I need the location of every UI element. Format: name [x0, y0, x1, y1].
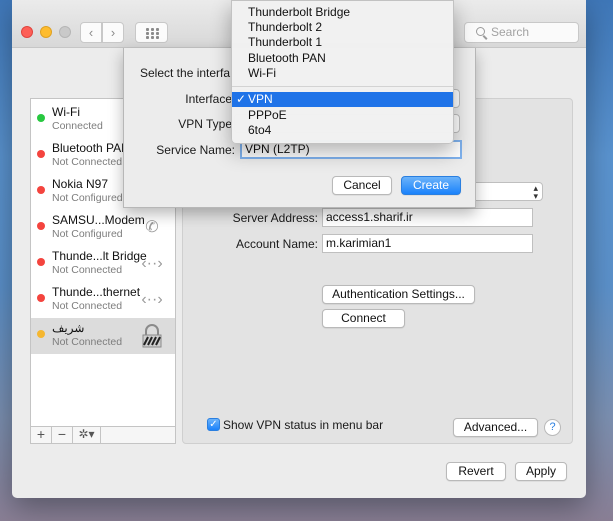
service-item-thunderbolt-ethernet[interactable]: Thunde...thernet Not Connected ‹··› [31, 282, 175, 318]
status-dot [37, 222, 45, 230]
ethernet-icon: ‹··› [141, 255, 163, 272]
search-icon [476, 27, 485, 36]
advanced-button[interactable]: Advanced... [453, 418, 538, 437]
revert-button[interactable]: Revert [446, 462, 506, 481]
menu-item-thunderbolt-bridge[interactable]: Thunderbolt Bridge [232, 5, 453, 20]
cancel-button[interactable]: Cancel [332, 176, 392, 195]
forward-button[interactable]: › [102, 22, 124, 43]
status-dot [37, 114, 45, 122]
server-address-label: Server Address: [232, 211, 318, 225]
service-list-toolbar: + − ✲▾ [30, 427, 176, 444]
service-status: Not Connected [52, 156, 123, 168]
service-name-label: Service Name: [156, 143, 235, 157]
service-name: Thunde...thernet [52, 285, 141, 299]
search-placeholder: Search [491, 25, 530, 39]
chevron-updown-icon: ▴ ▾ [533, 183, 538, 201]
service-status: Not Configured [52, 192, 123, 204]
back-button[interactable]: ‹ [80, 22, 102, 43]
interface-menu[interactable]: Thunderbolt Bridge Thunderbolt 2 Thunder… [231, 0, 454, 144]
service-status: Connected [52, 120, 103, 132]
menu-item-wifi[interactable]: Wi-Fi [232, 66, 453, 81]
phone-icon: ✆ [145, 219, 159, 236]
service-status: Not Connected [52, 336, 123, 348]
account-name-field[interactable]: m.karimian1 [322, 234, 533, 253]
status-dot [37, 186, 45, 194]
service-item-thunderbolt-bridge[interactable]: Thunde...lt Bridge Not Connected ‹··› [31, 246, 175, 282]
minimize-window-button[interactable] [40, 26, 52, 38]
gear-menu-button[interactable]: ✲▾ [73, 427, 101, 443]
menu-item-thunderbolt-2[interactable]: Thunderbolt 2 [232, 20, 453, 35]
service-status: Not Connected [52, 264, 123, 276]
service-name: SAMSU...Modem [52, 213, 145, 227]
status-dot [37, 258, 45, 266]
remove-service-button[interactable]: − [52, 427, 73, 443]
apply-button[interactable]: Apply [515, 462, 567, 481]
connect-button[interactable]: Connect [322, 309, 405, 328]
service-item-sharif-vpn[interactable]: شریف Not Connected [31, 318, 175, 354]
service-name: Bluetooth PAN [52, 141, 130, 155]
close-window-button[interactable] [21, 26, 33, 38]
menu-item-bluetooth-pan[interactable]: Bluetooth PAN [232, 51, 453, 66]
vpn-type-label: VPN Type [178, 117, 232, 131]
chevron-left-icon: ‹ [88, 25, 94, 40]
server-address-field[interactable]: access1.sharif.ir [322, 208, 533, 227]
menu-separator [232, 86, 453, 87]
interface-label: Interface [185, 92, 232, 106]
sheet-prompt: Select the interfa [140, 66, 231, 80]
checkmark-icon: ✓ [236, 92, 247, 106]
service-status: Not Connected [52, 300, 123, 312]
menu-item-6to4[interactable]: 6to4 [232, 123, 453, 138]
ethernet-icon: ‹··› [141, 291, 163, 308]
show-all-button[interactable] [135, 22, 168, 43]
help-button[interactable]: ? [544, 419, 561, 436]
status-dot [37, 330, 45, 338]
add-service-button[interactable]: + [31, 427, 52, 443]
service-name: Wi-Fi [52, 105, 80, 119]
zoom-window-button[interactable] [59, 26, 71, 38]
menu-item-thunderbolt-1[interactable]: Thunderbolt 1 [232, 35, 453, 50]
service-name: شریف [52, 321, 85, 335]
show-vpn-status-label: Show VPN status in menu bar [223, 418, 384, 432]
vpn-lock-icon [139, 323, 165, 349]
create-button[interactable]: Create [401, 176, 461, 195]
chevron-right-icon: › [110, 25, 116, 40]
status-dot [37, 294, 45, 302]
menu-item-vpn[interactable]: ✓ VPN [232, 92, 453, 107]
service-name: Nokia N97 [52, 177, 109, 191]
menu-item-label: VPN [248, 92, 273, 106]
show-vpn-status-checkbox[interactable]: ✓ [207, 418, 220, 431]
status-dot [37, 150, 45, 158]
menu-item-pppoe[interactable]: PPPoE [232, 108, 453, 123]
service-status: Not Configured [52, 228, 123, 240]
service-name: Thunde...lt Bridge [52, 249, 147, 263]
search-input[interactable]: Search [464, 22, 579, 43]
service-item-samsung-modem[interactable]: SAMSU...Modem Not Configured ✆ [31, 210, 175, 246]
account-name-label: Account Name: [235, 237, 318, 251]
authentication-settings-button[interactable]: Authentication Settings... [322, 285, 475, 304]
